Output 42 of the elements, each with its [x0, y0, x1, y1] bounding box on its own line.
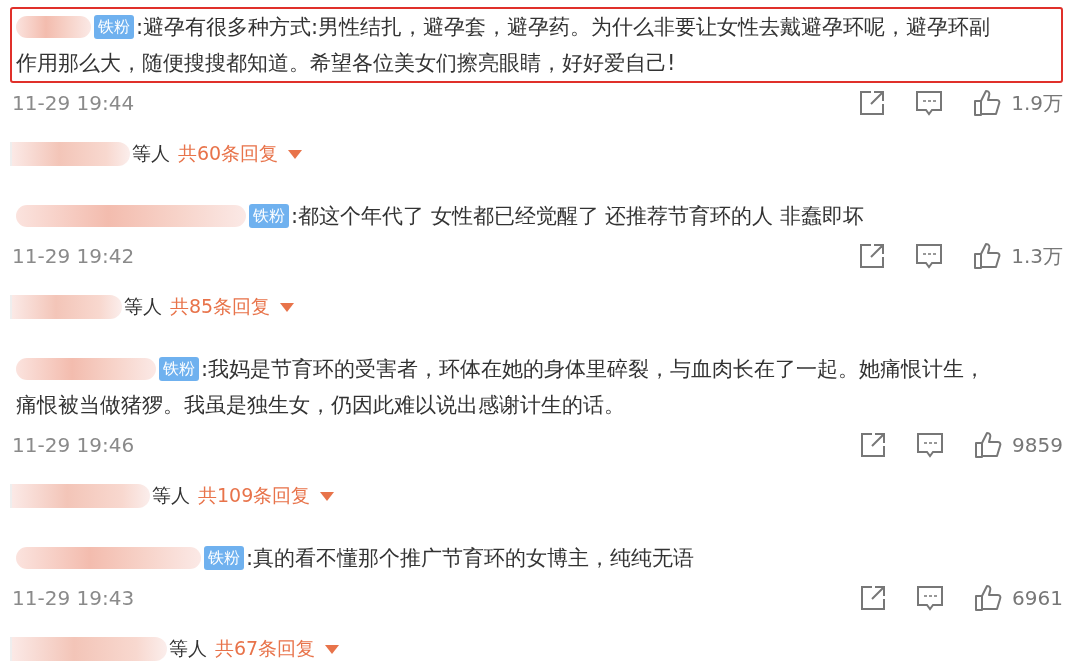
comment-text: 痛恨被当做猪猡。我虽是独生女，仍因此难以说出感谢计生的话。 — [16, 392, 625, 419]
fan-badge: 铁粉 — [94, 15, 134, 39]
fan-badge: 铁粉 — [159, 357, 199, 381]
replies-link[interactable]: 共85条回复 — [170, 294, 271, 320]
share-icon[interactable] — [860, 432, 887, 458]
thumbs-up-icon[interactable] — [973, 242, 1002, 270]
fan-badge: 铁粉 — [204, 546, 244, 570]
caret-icon[interactable] — [280, 302, 295, 312]
caret-icon[interactable] — [320, 491, 335, 501]
thumbs-up-icon[interactable] — [973, 89, 1002, 117]
thumbs-up-icon[interactable] — [974, 584, 1003, 612]
timestamp: 11-29 19:43 — [12, 586, 135, 610]
replies-label: 等人 — [124, 294, 162, 319]
like-count: 1.3万 — [1011, 242, 1063, 270]
comment-icon[interactable] — [915, 90, 944, 116]
thumbs-up-icon[interactable] — [974, 431, 1003, 459]
like-count: 9859 — [1012, 433, 1063, 457]
replies-label: 等人 — [169, 636, 207, 661]
fan-badge: 铁粉 — [249, 204, 289, 228]
comment-text: :我妈是节育环的受害者，环体在她的身体里碎裂，与血肉长在了一起。她痛恨计生， — [201, 356, 986, 383]
comment-icon[interactable] — [916, 585, 945, 611]
replies-link[interactable]: 共67条回复 — [215, 636, 316, 662]
like-count: 1.9万 — [1011, 89, 1063, 117]
replies-label: 等人 — [152, 483, 190, 508]
caret-icon[interactable] — [288, 149, 303, 159]
comment-text: 作用那么大，随便搜搜都知道。希望各位美女们擦亮眼睛，好好爱自己! — [16, 50, 676, 77]
replies-link[interactable]: 共109条回复 — [198, 483, 311, 509]
replies-label: 等人 — [132, 141, 170, 166]
replies-link[interactable]: 共60条回复 — [178, 141, 279, 167]
timestamp: 11-29 19:42 — [12, 244, 135, 268]
comment-icon[interactable] — [916, 432, 945, 458]
share-icon[interactable] — [859, 243, 886, 269]
share-icon[interactable] — [859, 90, 886, 116]
timestamp: 11-29 19:44 — [12, 91, 135, 115]
caret-icon[interactable] — [325, 644, 340, 654]
comment-text: :避孕有很多种方式:男性结扎，避孕套，避孕药。为什么非要让女性去戴避孕环呢，避孕环副 — [136, 14, 991, 41]
like-count: 6961 — [1012, 586, 1063, 610]
comment-icon[interactable] — [915, 243, 944, 269]
share-icon[interactable] — [860, 585, 887, 611]
comment-text: :都这个年代了 女性都已经觉醒了 还推荐节育环的人 非蠢即坏 — [291, 203, 865, 230]
timestamp: 11-29 19:46 — [12, 433, 135, 457]
comment-text: :真的看不懂那个推广节育环的女博主，纯纯无语 — [246, 545, 695, 572]
